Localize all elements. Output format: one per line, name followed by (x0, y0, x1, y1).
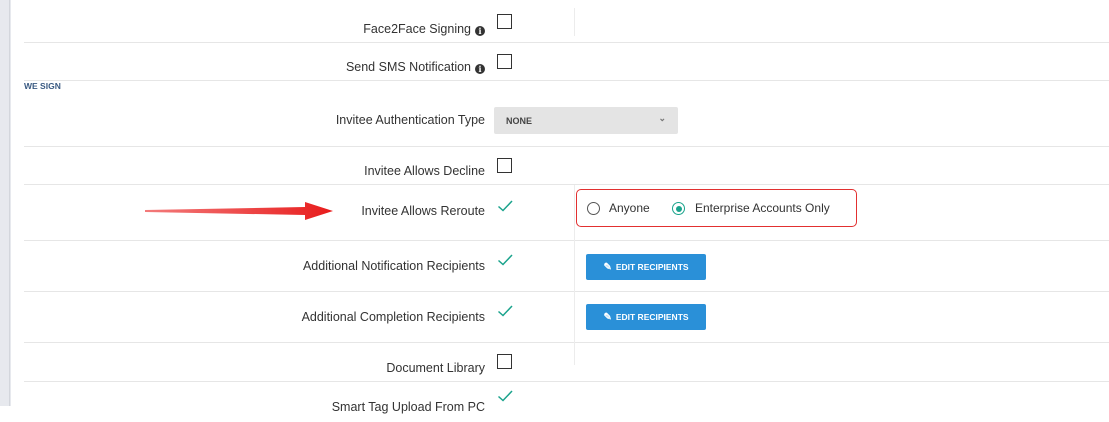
edit-notification-recipients-button[interactable]: ✎ EDIT RECIPIENTS (586, 254, 706, 280)
column-divider (574, 8, 575, 36)
radio-anyone-label[interactable]: Anyone (609, 201, 650, 215)
row-smart-tag-upload-from-pc: Smart Tag Upload From PC (24, 382, 1109, 422)
row-label: Send SMS Notification i (346, 60, 485, 74)
send-sms-notification-checkbox[interactable] (497, 54, 512, 69)
info-icon[interactable]: i (475, 26, 485, 36)
row-label: Additional Notification Recipients (302, 259, 485, 273)
arrow-icon (145, 202, 333, 220)
row-label: Invitee Authentication Type (335, 113, 485, 127)
row-label: Invitee Allows Decline (364, 164, 485, 178)
check-icon[interactable] (497, 252, 513, 268)
info-icon[interactable]: i (475, 64, 485, 74)
row-document-library: Document Library (24, 343, 1109, 382)
edit-completion-recipients-button[interactable]: ✎ EDIT RECIPIENTS (586, 304, 706, 330)
row-label: Face2Face Signing i (363, 22, 485, 36)
radio-anyone[interactable] (587, 202, 600, 215)
left-edge-bar (0, 0, 11, 406)
invitee-allows-decline-checkbox[interactable] (497, 158, 512, 173)
button-label: EDIT RECIPIENTS (615, 312, 689, 322)
invitee-authentication-type-select[interactable]: NONE ⌄ (494, 107, 678, 134)
check-icon[interactable] (497, 303, 513, 319)
chevron-down-icon: ⌄ (658, 113, 666, 123)
face2face-signing-checkbox[interactable] (497, 14, 512, 29)
row-label-text: Send SMS Notification (345, 60, 471, 74)
column-divider (574, 241, 575, 292)
document-library-checkbox[interactable] (497, 354, 512, 369)
row-label: Smart Tag Upload From PC (331, 400, 485, 414)
check-icon[interactable] (497, 198, 513, 214)
row-invitee-allows-decline: Invitee Allows Decline (24, 147, 1109, 185)
row-label: Additional Completion Recipients (301, 310, 485, 324)
edit-icon: ✎ (603, 261, 612, 273)
select-value: NONE (506, 116, 533, 126)
column-divider (574, 292, 575, 343)
row-additional-notification-recipients: Additional Notification Recipients ✎ EDIT… (24, 241, 1109, 292)
radio-enterprise-accounts-only[interactable] (672, 202, 685, 215)
row-label: Invitee Allows Reroute (361, 204, 485, 218)
column-divider (574, 185, 575, 241)
reroute-options-highlight: Anyone Enterprise Accounts Only (576, 189, 857, 227)
row-face2face-signing: Face2Face Signing i (24, 0, 1109, 43)
row-label: Document Library (386, 361, 485, 375)
check-icon[interactable] (497, 388, 513, 404)
row-additional-completion-recipients: Additional Completion Recipients ✎ EDIT R… (24, 292, 1109, 343)
row-label-text: Face2Face Signing (363, 22, 471, 36)
section-header: WE SIGN (24, 81, 61, 91)
radio-enterprise-accounts-only-label[interactable]: Enterprise Accounts Only (695, 201, 830, 215)
row-send-sms-notification: Send SMS Notification i (24, 43, 1109, 81)
column-divider (574, 343, 575, 365)
button-label: EDIT RECIPIENTS (615, 262, 689, 272)
edit-icon: ✎ (603, 311, 612, 323)
